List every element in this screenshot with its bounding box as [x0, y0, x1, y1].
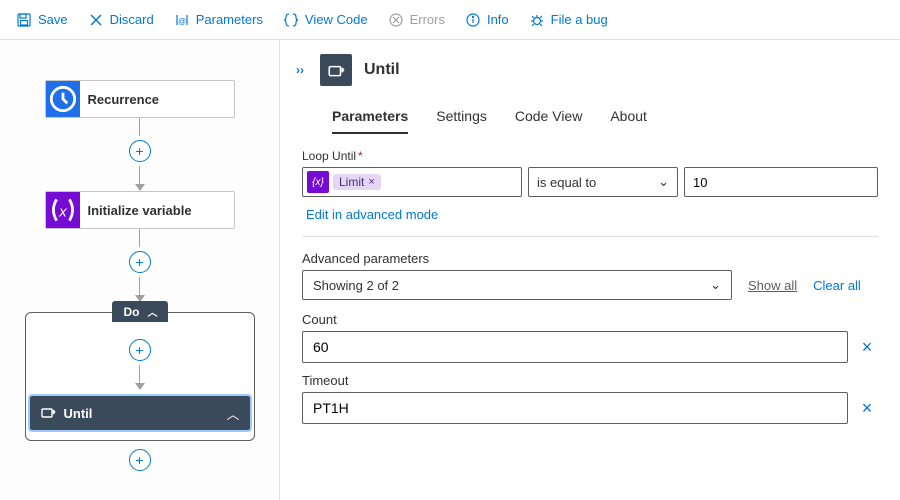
info-button[interactable]: Info: [457, 8, 517, 32]
operator-value: is equal to: [537, 175, 596, 190]
show-all-link[interactable]: Show all: [748, 278, 797, 293]
count-input[interactable]: [302, 331, 848, 363]
timeout-label: Timeout: [302, 373, 878, 388]
tab-code-view[interactable]: Code View: [515, 100, 582, 134]
svg-text:@: @: [178, 17, 186, 26]
node-recurrence[interactable]: Recurrence: [45, 80, 235, 118]
add-step-button[interactable]: +: [129, 339, 151, 361]
tab-about[interactable]: About: [610, 100, 647, 134]
add-step-button[interactable]: +: [129, 140, 151, 162]
count-label: Count: [302, 312, 878, 327]
timeout-input[interactable]: [302, 392, 848, 424]
connector: [139, 365, 140, 383]
chevron-up-icon: ︿: [226, 404, 239, 423]
clock-icon: [46, 81, 80, 117]
properties-panel: ›› Until Parameters Settings Code View A…: [279, 40, 900, 500]
variable-icon: x: [46, 192, 80, 228]
add-step-button[interactable]: +: [129, 449, 151, 471]
bug-icon: [529, 12, 545, 28]
node-until[interactable]: Until ︿: [30, 396, 250, 430]
chevron-down-icon: ⌄: [710, 277, 721, 293]
chevron-down-icon: ⌄: [658, 174, 669, 190]
connector: [139, 166, 140, 184]
do-tab[interactable]: Do ︿: [112, 301, 168, 322]
arrow-icon: [135, 383, 145, 390]
advanced-params-label: Advanced parameters: [302, 251, 878, 266]
loop-until-expression-input[interactable]: {x} Limit ×: [302, 167, 522, 197]
remove-token-button[interactable]: ×: [368, 176, 374, 188]
token-text: Limit: [339, 175, 364, 189]
fx-icon: {x}: [307, 171, 329, 193]
count-row: ×: [302, 331, 878, 363]
advanced-select-value: Showing 2 of 2: [313, 278, 399, 293]
connector: [139, 229, 140, 247]
info-label: Info: [487, 12, 509, 27]
discard-button[interactable]: Discard: [80, 8, 162, 32]
panel-body: Loop Until* {x} Limit × is equal to ⌄ Ed…: [280, 135, 900, 434]
main: Recurrence + x Initialize variable + Do …: [0, 40, 900, 500]
file-bug-button[interactable]: File a bug: [521, 8, 616, 32]
info-icon: [465, 12, 481, 28]
save-label: Save: [38, 12, 68, 27]
loop-icon: [320, 54, 352, 86]
designer-canvas[interactable]: Recurrence + x Initialize variable + Do …: [0, 40, 279, 500]
loop-until-value-input[interactable]: [684, 167, 878, 197]
connector: [139, 277, 140, 295]
clear-timeout-button[interactable]: ×: [856, 398, 878, 419]
braces-icon: [283, 12, 299, 28]
collapse-panel-button[interactable]: ››: [292, 59, 308, 81]
toolbar: Save Discard @ Parameters View Code Erro…: [0, 0, 900, 40]
panel-title: Until: [364, 61, 400, 79]
do-until-group[interactable]: Do ︿ + Until ︿: [25, 312, 255, 441]
parameters-label: Parameters: [196, 12, 263, 27]
errors-button: Errors: [380, 8, 453, 32]
discard-label: Discard: [110, 12, 154, 27]
loop-until-label: Loop Until*: [302, 149, 878, 163]
errors-label: Errors: [410, 12, 445, 27]
token-limit[interactable]: Limit ×: [333, 174, 381, 190]
parameters-icon: @: [174, 12, 190, 28]
save-button[interactable]: Save: [8, 8, 76, 32]
error-icon: [388, 12, 404, 28]
parameters-button[interactable]: @ Parameters: [166, 8, 271, 32]
divider: [302, 236, 878, 237]
clear-all-link[interactable]: Clear all: [813, 278, 861, 293]
node-initvar-label: Initialize variable: [80, 203, 192, 218]
panel-tabs: Parameters Settings Code View About: [280, 96, 900, 135]
view-code-button[interactable]: View Code: [275, 8, 376, 32]
do-label: Do: [124, 305, 140, 319]
connector: [139, 118, 140, 136]
operator-select[interactable]: is equal to ⌄: [528, 167, 678, 197]
tab-settings[interactable]: Settings: [436, 100, 487, 134]
close-icon: [88, 12, 104, 28]
chevron-up-icon: ︿: [148, 304, 158, 319]
add-step-button[interactable]: +: [129, 251, 151, 273]
file-bug-label: File a bug: [551, 12, 608, 27]
save-icon: [16, 12, 32, 28]
loop-icon: [40, 404, 56, 423]
edit-advanced-mode-link[interactable]: Edit in advanced mode: [306, 207, 438, 222]
node-initialize-variable[interactable]: x Initialize variable: [45, 191, 235, 229]
panel-header: ›› Until: [280, 40, 900, 96]
advanced-params-select[interactable]: Showing 2 of 2 ⌄: [302, 270, 732, 300]
advanced-params-row: Showing 2 of 2 ⌄ Show all Clear all: [302, 270, 878, 300]
timeout-row: ×: [302, 392, 878, 424]
tab-parameters[interactable]: Parameters: [332, 100, 408, 134]
arrow-icon: [135, 184, 145, 191]
svg-text:x: x: [58, 204, 67, 220]
node-recurrence-label: Recurrence: [80, 92, 160, 107]
until-label: Until: [64, 406, 93, 421]
view-code-label: View Code: [305, 12, 368, 27]
clear-count-button[interactable]: ×: [856, 337, 878, 358]
loop-until-row: {x} Limit × is equal to ⌄: [302, 167, 878, 197]
